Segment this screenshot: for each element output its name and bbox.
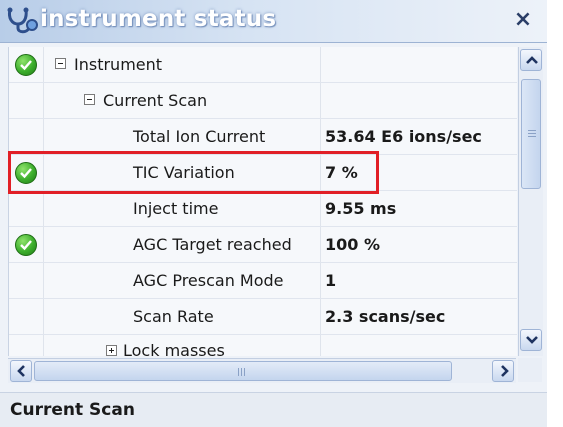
chevron-up-icon	[526, 56, 538, 64]
row-value: 53.64 E6 ions/sec	[325, 127, 482, 146]
row-value: 2.3 scans/sec	[325, 307, 446, 326]
collapse-toggle[interactable]	[84, 94, 95, 105]
tree-row-agc-target-reached[interactable]: AGC Target reached 100 %	[9, 227, 517, 263]
row-label: Scan Rate	[133, 307, 214, 326]
collapse-toggle[interactable]	[55, 58, 66, 69]
row-label: Instrument	[74, 55, 163, 74]
horizontal-scroll-thumb[interactable]	[34, 361, 452, 381]
title-bar: instrument status ×	[0, 0, 547, 43]
row-value: 9.55 ms	[325, 199, 397, 218]
row-label: Lock masses	[123, 341, 225, 356]
status-bar: Current Scan	[0, 392, 547, 427]
chevron-left-icon	[17, 365, 25, 377]
tree-row-inject-time[interactable]: Inject time 9.55 ms	[9, 191, 517, 227]
tree-row-current-scan[interactable]: Current Scan	[9, 83, 517, 119]
horizontal-scrollbar[interactable]	[8, 358, 516, 383]
tree-row-instrument[interactable]: Instrument	[9, 47, 517, 83]
tree-row-lock-masses[interactable]: Lock masses	[9, 335, 517, 356]
row-value: 100 %	[325, 235, 380, 254]
check-icon	[15, 234, 37, 256]
row-value: 1	[325, 271, 337, 290]
scroll-right-button[interactable]	[492, 360, 514, 382]
row-label: Current Scan	[103, 91, 208, 110]
row-label: Total Ion Current	[133, 127, 266, 146]
row-label: AGC Target reached	[133, 235, 292, 254]
row-label: Inject time	[133, 199, 219, 218]
status-text: Current Scan	[10, 400, 135, 420]
tree-row-agc-prescan-mode[interactable]: AGC Prescan Mode 1	[9, 263, 517, 299]
scroll-down-button[interactable]	[520, 329, 542, 351]
chevron-right-icon	[501, 365, 509, 377]
status-tree: Instrument Current Scan Total Ion Curren…	[8, 47, 517, 356]
instrument-status-panel: instrument status × Instrument Current S…	[0, 0, 547, 427]
expand-toggle[interactable]	[106, 345, 117, 356]
tree-row-total-ion-current[interactable]: Total Ion Current 53.64 E6 ions/sec	[9, 119, 517, 155]
tree-row-scan-rate[interactable]: Scan Rate 2.3 scans/sec	[9, 299, 517, 335]
scroll-left-button[interactable]	[10, 360, 32, 382]
close-button[interactable]: ×	[511, 8, 535, 32]
window-title: instrument status	[40, 6, 277, 32]
scrollbar-corner	[518, 358, 542, 382]
check-icon	[15, 54, 37, 76]
chevron-down-icon	[526, 336, 538, 344]
highlight-box	[8, 151, 379, 194]
vertical-scroll-thumb[interactable]	[521, 79, 541, 189]
scroll-up-button[interactable]	[520, 49, 542, 71]
vertical-scrollbar[interactable]	[518, 47, 543, 356]
row-label: AGC Prescan Mode	[133, 271, 284, 290]
stethoscope-icon	[7, 7, 38, 34]
